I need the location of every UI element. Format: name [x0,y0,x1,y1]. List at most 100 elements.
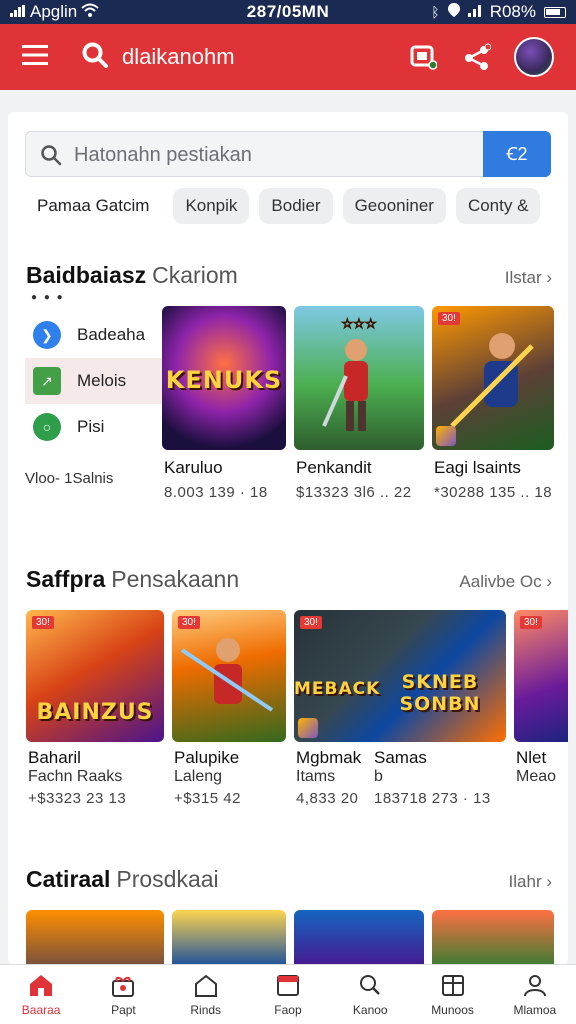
game-name[interactable]: Karuluo [164,458,223,478]
game-name[interactable]: Mgbmak [296,748,361,768]
app-title: dlaikanohm [122,44,235,69]
search-input[interactable]: Hatonahn pestiakan Ꞓ2 [25,131,551,177]
carousel-dots: ● ● ● [31,292,65,303]
game-name[interactable]: Penkandit [296,458,372,478]
search-icon [357,973,383,1000]
search-button[interactable]: Ꞓ2 [483,131,551,177]
category-label: Pisi [77,417,105,436]
game-tile[interactable]: 30! MEBACK SKNEB SONBN [294,610,506,742]
see-all-link[interactable]: Ilstar › [505,268,552,288]
section-title-text: Saffpra [26,566,106,592]
nav-label: Faop [274,1002,302,1017]
share-icon[interactable] [462,42,492,72]
battery-percent: R08% [489,2,536,21]
game-name[interactable]: Baharil [28,748,81,768]
nav-item-profile[interactable]: Mlamoa [494,965,576,1024]
category-item[interactable]: ❯ Badeaha [25,312,165,358]
game-tile[interactable] [432,910,554,964]
game-tile[interactable]: KENUKS [162,306,286,450]
game-stats: +$3323 23 13 [28,790,127,807]
bluetooth-icon: ᛒ [431,4,440,20]
wifi-icon [81,2,99,22]
section-title: Baidbaiasz Ckariom [26,262,238,289]
game-tile[interactable]: 30! [514,610,568,742]
section-title-text: Baidbaiasz [26,262,147,288]
nav-item-gift[interactable]: Papt [82,965,164,1024]
filter-chip[interactable]: Geooniner [342,188,446,224]
game-name[interactable]: Samas [374,748,427,768]
search-field-icon [40,144,62,171]
location-icon [447,2,460,22]
main-content: Hatonahn pestiakan Ꞓ2 Pamaa Gatcim Konpi… [8,112,568,964]
game-subtitle: Meao [516,768,557,785]
game-name[interactable]: Eagi lsaints [434,458,521,478]
game-tile[interactable]: 30! [172,610,286,742]
bottom-navigation: Baaraa Papt Rinds Faop Kanoo Munoos Mlam… [0,964,576,1024]
circle-icon: ○ [33,413,61,441]
grid-icon [440,973,466,1000]
notifications-icon[interactable] [408,42,438,72]
section-title: Saffpra Pensakaann [26,566,239,593]
profile-icon [522,973,548,1000]
category-item[interactable]: ○ Pisi [25,404,165,450]
game-tile[interactable] [172,910,286,964]
game-tile[interactable] [26,910,164,964]
game-badge: 30! [32,616,54,629]
see-all-link[interactable]: Aalivbe Oc › [459,572,552,592]
avatar[interactable] [514,37,554,77]
filter-bar: Pamaa Gatcim Konpik Bodier Geooniner Con… [25,188,565,224]
game-name[interactable]: Nlet [516,748,546,768]
game-tile[interactable] [294,910,424,964]
game-tile[interactable]: 30! [432,306,554,450]
nav-item-menu[interactable]: Munoos [411,965,493,1024]
house-icon [193,973,219,1000]
nav-label: Papt [111,1002,136,1017]
search-icon[interactable] [82,42,108,73]
game-art-title: KENUKS [165,366,283,395]
game-badge: 30! [300,616,322,629]
filter-chip[interactable]: Konpik [173,188,250,224]
game-name[interactable]: Palupike [174,748,239,768]
home-icon [28,973,54,1000]
signal-icon [10,2,26,22]
game-corner-icon [436,426,456,446]
game-stats: 8.003 139 · 18 [164,484,268,501]
knight-figure [180,638,274,712]
category-label: Melois [77,371,127,390]
nav-label: Rinds [190,1002,222,1017]
nav-label: Munoos [431,1002,474,1017]
nav-item-search[interactable]: Kanoo [329,965,411,1024]
section-subtitle: Prosdkaai [116,866,219,892]
game-stats: $13323 3l6 .. 22 [296,484,412,501]
category-item[interactable]: ↗ Melois [25,358,165,404]
status-bar: Apglin 287/05MN ᛒ R08% [0,0,576,24]
game-corner-icon [298,718,318,738]
nav-item-home[interactable]: Baaraa [0,965,82,1024]
game-stats: 183718 273 · 13 [374,790,491,807]
category-footer: Vloo- 1Salnis [25,470,114,487]
filter-lead-label: Pamaa Gatcim [37,196,150,215]
battery-icon [544,6,566,18]
section-title-text: Catiraal [26,866,111,892]
section-subtitle: Pensakaann [111,566,240,592]
filter-chip[interactable]: Bodier [259,188,333,224]
game-badge: 30! [520,616,542,629]
game-art-title: MEBACK [294,678,381,699]
game-stats: +$315 42 [174,790,241,807]
carrier-label: Apglin [30,2,78,21]
game-art-title: BAINZUS [36,699,154,725]
game-tile[interactable]: ☆☆☆ [294,306,424,450]
game-subtitle: b [374,768,383,785]
chevron-icon: ❯ [33,321,61,349]
menu-icon[interactable] [22,44,48,71]
see-all-link[interactable]: Ilahr › [509,872,552,892]
nav-item-store[interactable]: Faop [247,965,329,1024]
filter-chip[interactable]: Conty & [455,188,541,224]
warrior-figure: ☆☆☆ [322,316,377,431]
status-time: 287/05MN [246,2,330,21]
svg-text:☆☆☆: ☆☆☆ [342,316,377,331]
cell-signal-icon [467,2,482,22]
game-stats: 4,833 20 [296,790,359,807]
game-tile[interactable]: 30! BAINZUS [26,610,164,742]
nav-item-house[interactable]: Rinds [165,965,247,1024]
